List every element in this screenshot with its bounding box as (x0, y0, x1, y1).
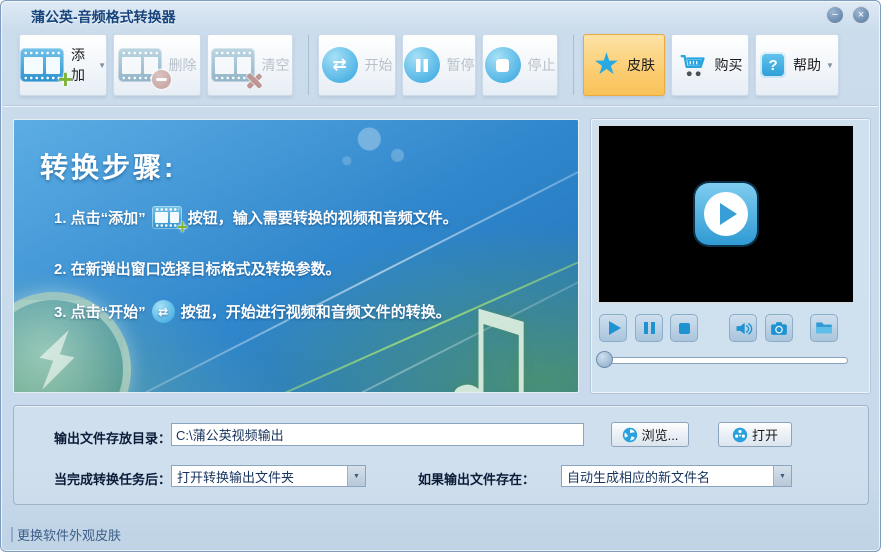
video-preview (598, 125, 854, 303)
chevron-down-icon[interactable]: ▼ (773, 466, 791, 486)
window-title: 蒲公英-音频格式转换器 (31, 9, 176, 25)
browse-button[interactable]: 浏览... (611, 422, 689, 447)
conversion-steps-panel: ♫ 转换步骤: 1. 点击“添加” + 按钮，输入需要转换的视频和音频文件。 2… (13, 119, 579, 393)
video-play-button[interactable] (695, 183, 757, 245)
step-3: 3. 点击“开始” ⇄ 按钮，开始进行视频和音频文件的转换。 (54, 300, 451, 323)
browse-label: 浏览... (641, 428, 679, 443)
output-dir-input[interactable] (171, 423, 584, 446)
after-task-label: 当完成转换任务后： (54, 472, 172, 487)
film-delete-icon (117, 48, 171, 89)
if-exists-value: 自动生成相应的新文件名 (567, 469, 711, 485)
cart-icon (678, 53, 708, 78)
film-add-inline-icon: + (151, 206, 188, 236)
step1-suffix: 按钮，输入需要转换的视频和音频文件。 (187, 210, 458, 227)
minimize-icon: − (831, 9, 839, 21)
help-caret-icon: ▼ (826, 60, 834, 70)
if-exists-select[interactable]: 自动生成相应的新文件名 ▼ (561, 465, 792, 487)
stop-icon (678, 322, 690, 334)
after-task-value: 打开转换输出文件夹 (177, 469, 295, 485)
shuffle-icon: ⇄ (321, 47, 358, 83)
shuffle-inline-icon: ⇄ (151, 300, 175, 323)
delete-button[interactable]: 删除 (113, 34, 201, 96)
pause-label: 暂停 (446, 57, 475, 73)
steps-heading: 转换步骤: (40, 152, 177, 183)
pause-icon (403, 47, 440, 83)
statusbar: 更换软件外观皮肤 (11, 525, 121, 544)
status-separator (11, 527, 13, 542)
shutter-icon (622, 427, 638, 443)
after-task-select[interactable]: 打开转换输出文件夹 ▼ (171, 465, 366, 487)
open-label: 打开 (751, 428, 778, 443)
add-caret-icon: ▼ (98, 60, 106, 70)
buy-label: 购买 (714, 57, 743, 73)
seek-bar[interactable] (602, 357, 848, 364)
open-output-button[interactable]: 打开 (718, 422, 792, 447)
toolbar-separator (308, 35, 309, 95)
player-play-button[interactable] (599, 314, 627, 342)
buy-button[interactable]: 购买 (671, 34, 749, 96)
pause-icon (643, 322, 655, 334)
camera-icon (770, 321, 788, 336)
help-icon: ? (760, 52, 787, 78)
delete-label: 删除 (168, 57, 197, 73)
toolbar-divider (3, 105, 878, 106)
film-reel-icon (732, 427, 748, 443)
step1-prefix: 1. 点击“添加” (54, 210, 146, 227)
volume-button[interactable] (729, 314, 757, 342)
play-icon (720, 203, 737, 225)
play-icon (608, 321, 621, 335)
x-icon (245, 72, 263, 90)
plus-icon: + (57, 64, 73, 94)
open-folder-button[interactable] (810, 314, 838, 342)
player-pause-button[interactable] (635, 314, 663, 342)
minus-icon (151, 70, 171, 89)
snapshot-button[interactable] (765, 314, 793, 342)
if-exists-label: 如果输出文件存在： (418, 472, 536, 487)
close-button[interactable]: × (852, 6, 870, 24)
step3-suffix: 按钮，开始进行视频和音频文件的转换。 (180, 304, 451, 321)
titlebar[interactable]: 蒲公英-音频格式转换器 − × (1, 1, 880, 28)
toolbar: + 添加 ▼ 删除 清空 ⇄ 开始 暂停 停止 ★ 皮肤 购买 ? 帮助 ▼ (19, 34, 866, 96)
skin-button[interactable]: ★ 皮肤 (583, 34, 665, 96)
chevron-down-icon[interactable]: ▼ (347, 466, 365, 486)
help-button[interactable]: ? 帮助 ▼ (755, 34, 839, 96)
film-clear-icon (210, 48, 262, 89)
film-add-icon: + (20, 48, 73, 92)
step3-prefix: 3. 点击“开始” (54, 304, 146, 321)
minimize-button[interactable]: − (826, 6, 844, 24)
preview-panel (591, 119, 870, 393)
app-window: 蒲公英-音频格式转换器 − × + 添加 ▼ 删除 清空 ⇄ 开始 暂停 停止 … (0, 0, 881, 552)
stop-icon (484, 47, 521, 83)
speaker-icon (734, 320, 753, 337)
clear-label: 清空 (261, 57, 290, 73)
status-text: 更换软件外观皮肤 (17, 528, 122, 543)
step-1: 1. 点击“添加” + 按钮，输入需要转换的视频和音频文件。 (54, 206, 458, 236)
star-icon: ★ (593, 47, 620, 82)
start-button[interactable]: ⇄ 开始 (318, 34, 396, 96)
output-dir-label: 输出文件存放目录： (54, 431, 172, 446)
help-label: 帮助 (793, 57, 822, 73)
close-icon: × (857, 9, 865, 21)
output-settings-box: 输出文件存放目录： 浏览... (13, 405, 869, 505)
add-label: 添加 (71, 47, 85, 83)
step-2: 2. 在新弹出窗口选择目标格式及转换参数。 (54, 261, 341, 278)
stop-button[interactable]: 停止 (482, 34, 558, 96)
player-stop-button[interactable] (670, 314, 698, 342)
add-button[interactable]: + 添加 ▼ (19, 34, 107, 96)
stop-label: 停止 (527, 57, 556, 73)
pause-button[interactable]: 暂停 (402, 34, 476, 96)
toolbar-separator (573, 35, 574, 95)
start-label: 开始 (364, 57, 393, 73)
seek-thumb[interactable] (596, 351, 613, 368)
skin-label: 皮肤 (626, 57, 655, 73)
folder-icon (815, 321, 833, 335)
clear-button[interactable]: 清空 (207, 34, 293, 96)
